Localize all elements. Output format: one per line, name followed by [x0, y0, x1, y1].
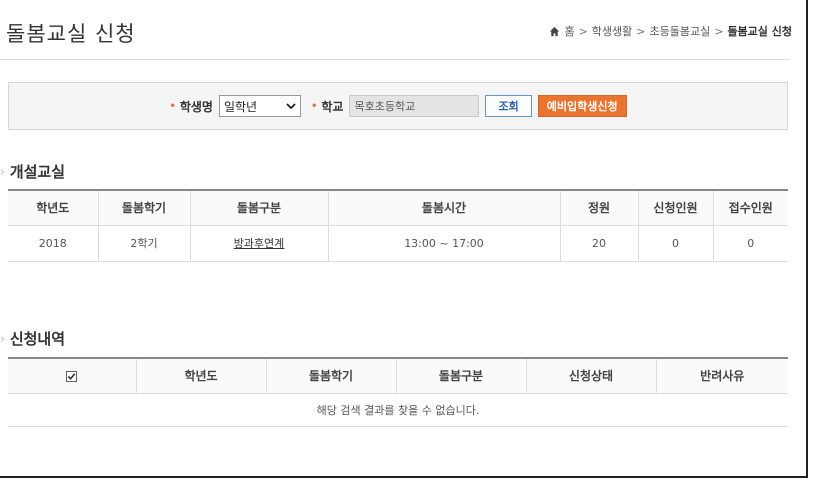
- breadcrumb-separator: >: [578, 24, 588, 38]
- column-header: 학년도: [136, 358, 267, 394]
- student-select[interactable]: 일학년: [218, 95, 301, 117]
- column-header: 돌봄구분: [190, 190, 329, 226]
- breadcrumb-separator: >: [636, 24, 646, 38]
- school-label: • 학교: [310, 99, 344, 114]
- search-button[interactable]: 조회: [485, 95, 532, 117]
- section-title-open-class: › 개설교실: [0, 163, 66, 181]
- breadcrumb: 홈 > 학생생활 > 초등돌봄교실 > 돌봄교실 신청: [549, 23, 792, 39]
- table-header-row: 학년도 돌봄학기 돌봄구분 돌봄시간 정원 신청인원 접수인원: [8, 190, 788, 226]
- open-class-table: 학년도 돌봄학기 돌봄구분 돌봄시간 정원 신청인원 접수인원 2018 2학기…: [8, 189, 788, 262]
- cell-semester: 2학기: [98, 225, 191, 262]
- column-header: 신청상태: [526, 358, 657, 394]
- breadcrumb-elementary-care[interactable]: 초등돌봄교실: [649, 23, 710, 39]
- cell-accepted: 0: [713, 225, 788, 262]
- empty-message: 해당 검색 결과를 찾을 수 없습니다.: [8, 393, 788, 427]
- cell-capacity: 20: [560, 225, 639, 262]
- column-header: 정원: [560, 190, 639, 226]
- column-header: 반려사유: [656, 358, 788, 394]
- bullet-icon: •: [310, 100, 318, 112]
- select-all-checkbox[interactable]: [66, 370, 78, 382]
- breadcrumb-separator: >: [714, 24, 724, 38]
- care-type-link[interactable]: 방과후연계: [234, 237, 285, 250]
- breadcrumb-current: 돌봄교실 신청: [727, 25, 792, 38]
- student-select-value: 일학년: [223, 99, 258, 114]
- breadcrumb-student-life[interactable]: 학생생활: [592, 23, 632, 39]
- table-header-row: 학년도 돌봄학기 돌봄구분 신청상태 반려사유: [8, 358, 788, 394]
- chevron-down-icon: [286, 103, 296, 110]
- column-header: 돌봄학기: [266, 358, 397, 394]
- table-row: 2018 2학기 방과후연계 13:00 ~ 17:00 20 0 0: [8, 225, 788, 262]
- chevron-right-icon: ›: [0, 164, 5, 179]
- pre-enrollment-apply-button[interactable]: 예비입학생신청: [537, 95, 627, 117]
- header-divider: [0, 59, 790, 60]
- table-row: 해당 검색 결과를 찾을 수 없습니다.: [8, 393, 788, 427]
- school-input[interactable]: 목호초등학교: [349, 95, 480, 117]
- page-title: 돌봄교실 신청: [6, 22, 136, 46]
- breadcrumb-home[interactable]: 홈: [564, 23, 574, 39]
- cell-applicants: 0: [638, 225, 714, 262]
- chevron-right-icon: ›: [0, 331, 5, 346]
- select-all-header: [8, 358, 137, 394]
- section-title-applications: › 신청내역: [0, 330, 66, 348]
- cell-year: 2018: [8, 225, 99, 262]
- column-header: 돌봄학기: [98, 190, 191, 226]
- bullet-icon: •: [169, 100, 176, 112]
- column-header: 돌봄구분: [396, 358, 527, 394]
- search-panel: • 학생명 일학년 • 학교 목호초등학교 조회 예비입학생신청: [8, 82, 788, 130]
- column-header: 학년도: [8, 190, 99, 226]
- student-label: • 학생명: [169, 99, 213, 114]
- column-header: 돌봄시간: [328, 190, 561, 226]
- applications-table: 학년도 돌봄학기 돌봄구분 신청상태 반려사유 해당 검색 결과를 찾을 수 없…: [8, 357, 788, 427]
- cell-care-time: 13:00 ~ 17:00: [328, 225, 561, 262]
- column-header: 접수인원: [713, 190, 788, 226]
- page-frame: 돌봄교실 신청 홈 > 학생생활 > 초등돌봄교실 > 돌봄교실 신청 • 학생…: [0, 0, 808, 478]
- cell-care-type: 방과후연계: [190, 225, 329, 262]
- home-icon[interactable]: [549, 26, 560, 37]
- column-header: 신청인원: [638, 190, 714, 226]
